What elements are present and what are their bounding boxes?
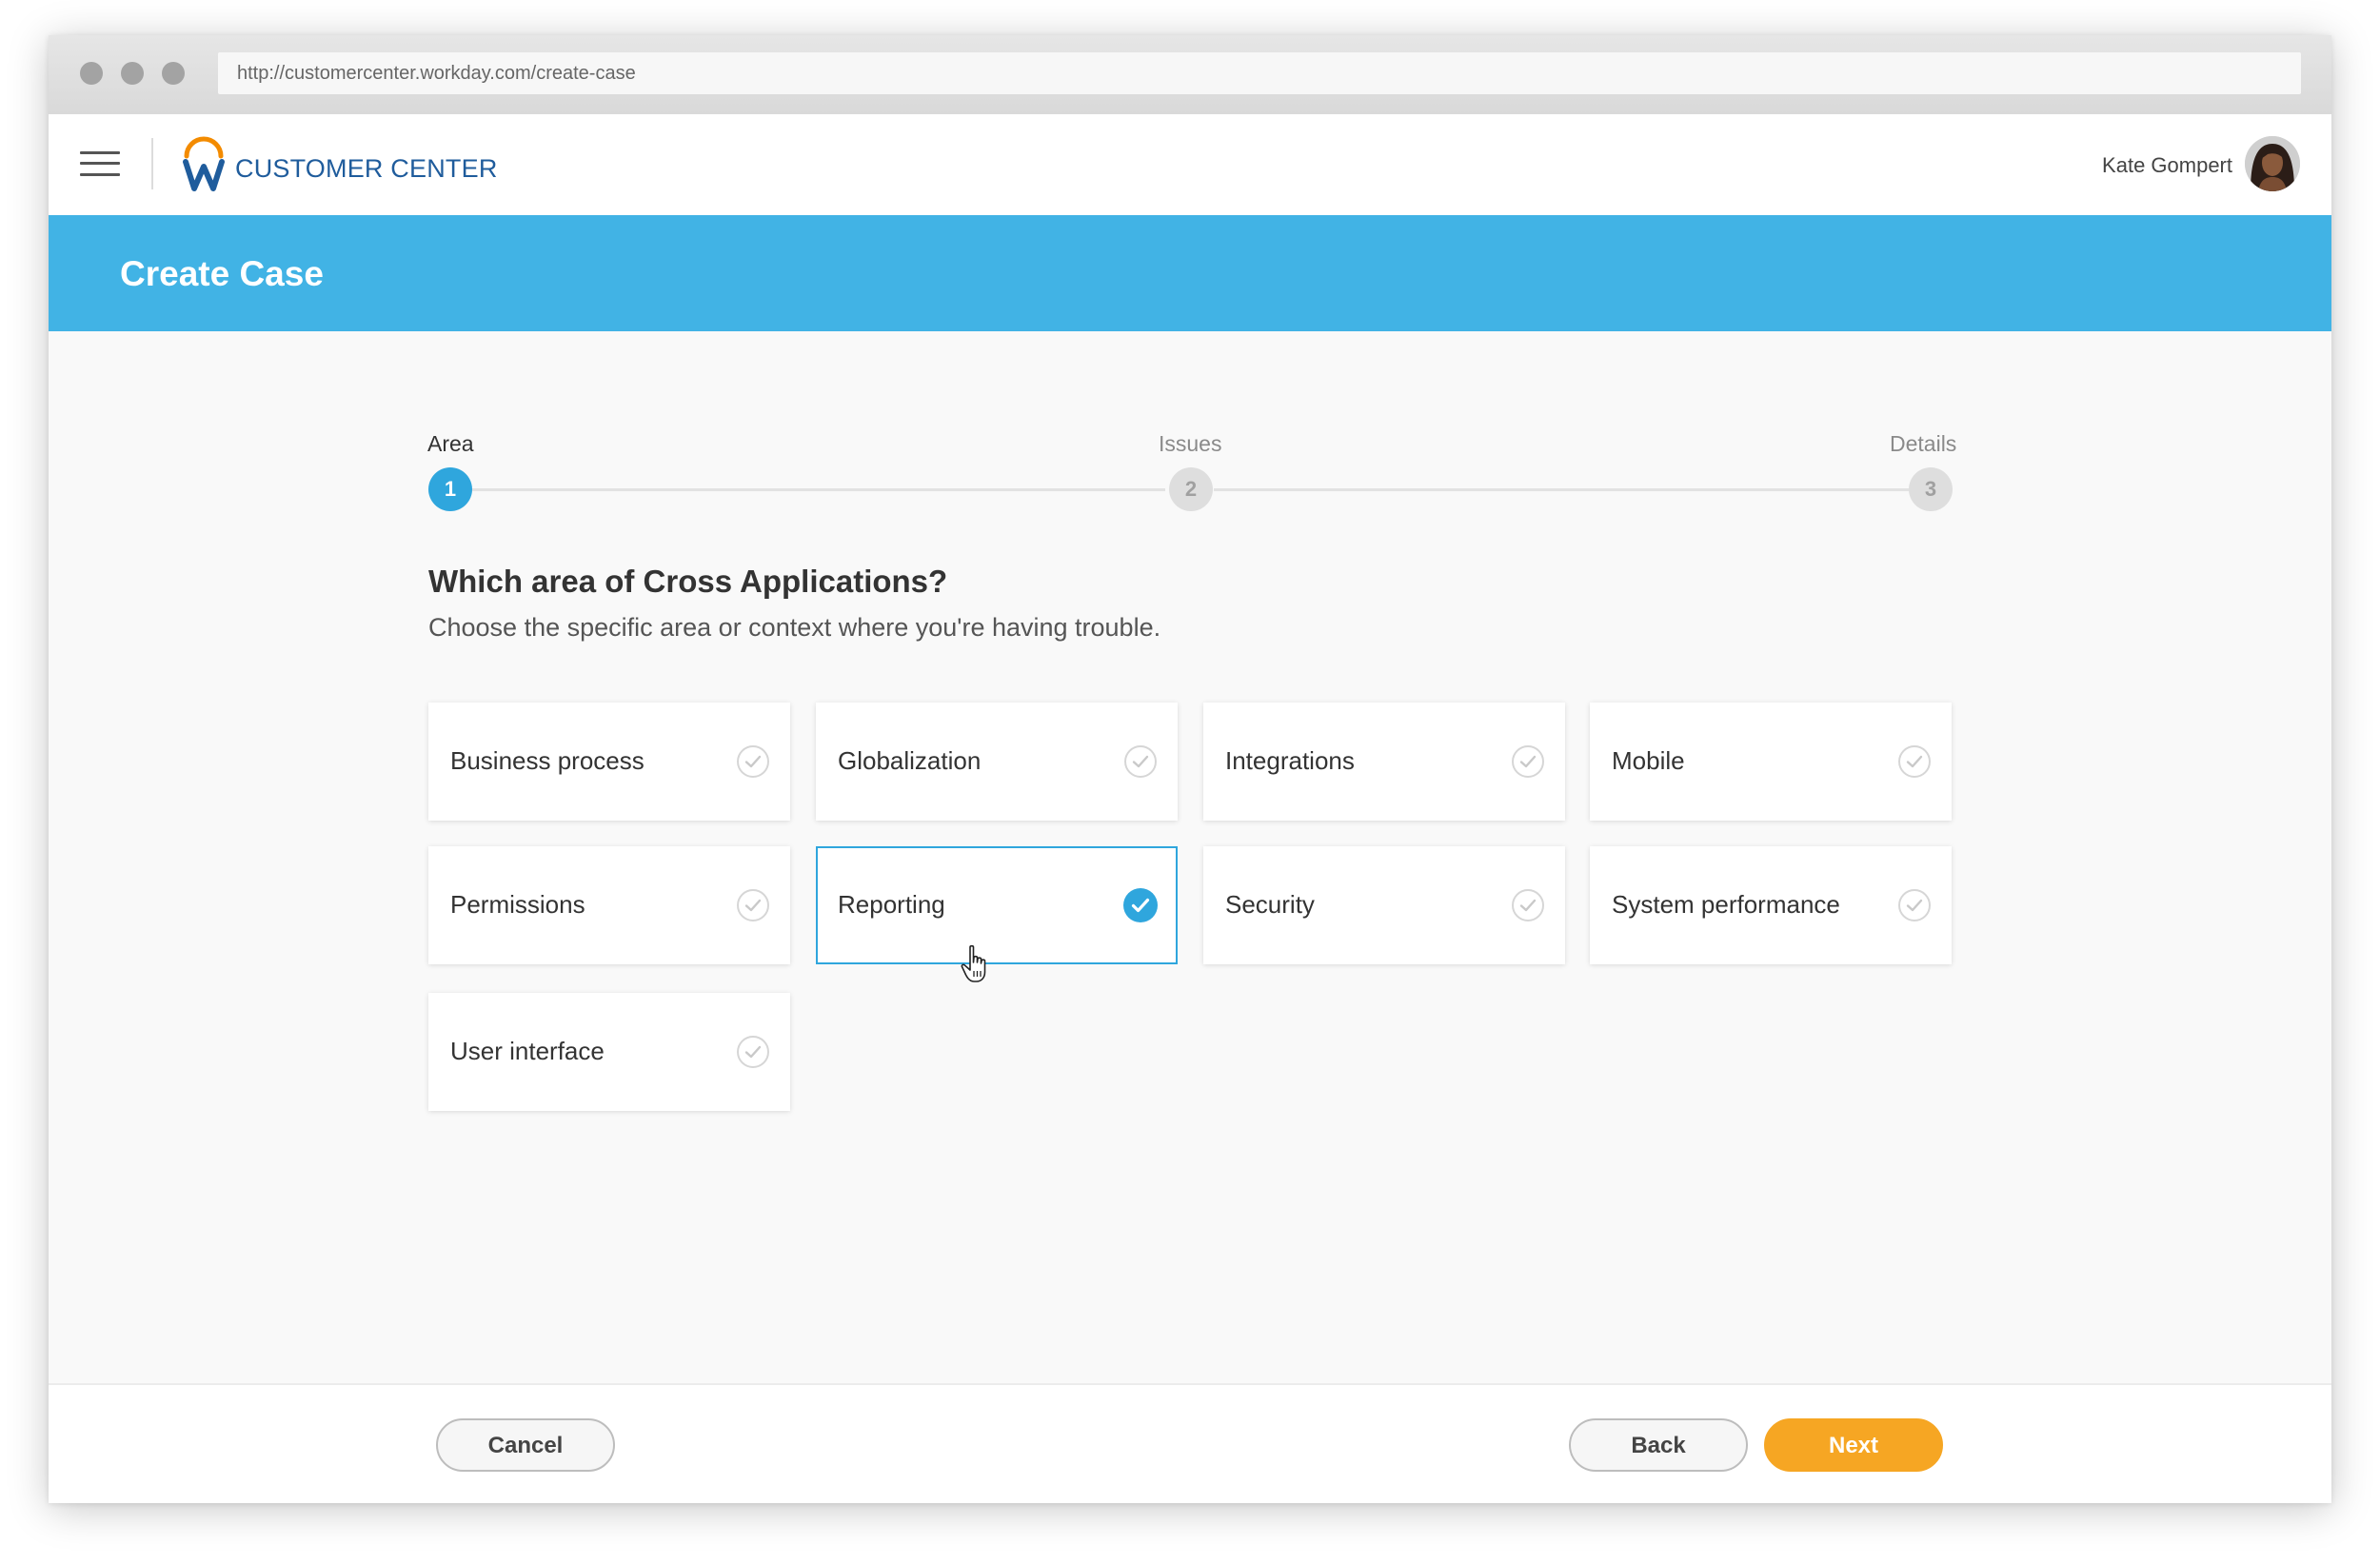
step-circle-3[interactable]: 3 (1909, 467, 1953, 511)
check-circle-icon (1898, 889, 1931, 921)
progress-stepper: Area Issues Details 1 2 3 (49, 331, 2331, 522)
option-label: System performance (1612, 890, 1840, 919)
window-maximize-button[interactable] (162, 62, 185, 85)
check-circle-selected-icon (1123, 888, 1158, 922)
workday-logo-icon[interactable] (182, 135, 226, 192)
hand-pointer-icon (961, 944, 986, 982)
option-card-integrations[interactable]: Integrations (1203, 703, 1565, 821)
page-banner: Create Case (49, 215, 2331, 331)
header-divider (151, 138, 153, 189)
brand-name[interactable]: CUSTOMER CENTER (235, 152, 498, 185)
option-card-globalization[interactable]: Globalization (816, 703, 1178, 821)
option-label: Security (1225, 890, 1315, 919)
question-subtext: Choose the specific area or context wher… (428, 613, 1161, 642)
option-label: Permissions (450, 890, 585, 919)
window-close-button[interactable] (80, 62, 103, 85)
option-card-mobile[interactable]: Mobile (1590, 703, 1952, 821)
option-card-permissions[interactable]: Permissions (428, 846, 790, 964)
step-circle-2[interactable]: 2 (1169, 467, 1213, 511)
browser-chrome: http://customercenter.workday.com/create… (49, 35, 2331, 114)
footer-bar: Cancel Back Next (49, 1383, 2331, 1503)
check-circle-icon (1512, 889, 1544, 921)
cancel-button[interactable]: Cancel (436, 1418, 615, 1472)
option-card-business-process[interactable]: Business process (428, 703, 790, 821)
browser-window: http://customercenter.workday.com/create… (49, 35, 2331, 1503)
step-connector (472, 488, 1165, 491)
step-label-details: Details (1890, 431, 1957, 456)
app-header: CUSTOMER CENTER Kate Gompert (49, 114, 2331, 215)
check-circle-icon (737, 889, 769, 921)
option-card-system-performance[interactable]: System performance (1590, 846, 1952, 964)
page-title: Create Case (120, 254, 324, 293)
option-label: Globalization (838, 746, 982, 775)
next-button[interactable]: Next (1764, 1418, 1943, 1472)
step-label-issues: Issues (1159, 431, 1222, 456)
step-connector (1214, 488, 1909, 491)
option-label: Business process (450, 746, 645, 775)
option-card-user-interface[interactable]: User interface (428, 993, 790, 1111)
window-minimize-button[interactable] (121, 62, 144, 85)
back-button[interactable]: Back (1569, 1418, 1748, 1472)
user-name[interactable]: Kate Gompert (2102, 149, 2232, 182)
address-bar[interactable]: http://customercenter.workday.com/create… (218, 52, 2301, 94)
check-circle-icon (1898, 745, 1931, 778)
option-card-reporting[interactable]: Reporting (816, 846, 1178, 964)
check-circle-icon (1124, 745, 1157, 778)
check-circle-icon (737, 745, 769, 778)
step-label-area: Area (427, 431, 474, 456)
option-card-security[interactable]: Security (1203, 846, 1565, 964)
check-circle-icon (737, 1036, 769, 1068)
hamburger-menu-icon[interactable] (80, 149, 120, 178)
question-heading: Which area of Cross Applications? (428, 564, 948, 599)
step-circle-1[interactable]: 1 (428, 467, 472, 511)
check-circle-icon (1512, 745, 1544, 778)
option-label: Integrations (1225, 746, 1355, 775)
option-label: Mobile (1612, 746, 1685, 775)
option-label: User interface (450, 1037, 605, 1065)
avatar[interactable] (2245, 136, 2300, 191)
option-label: Reporting (838, 890, 945, 919)
